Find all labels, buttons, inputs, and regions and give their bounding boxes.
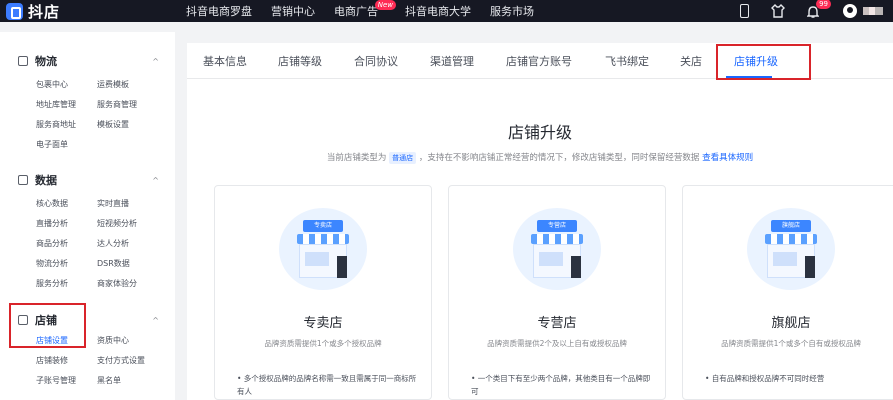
collapse-caret-icon[interactable]: ^ — [152, 316, 159, 325]
nav-ads[interactable]: 电商广告 New — [334, 0, 396, 19]
logo[interactable]: 抖店 — [6, 2, 61, 21]
logo-icon — [6, 2, 23, 20]
nav-marketing[interactable]: 营销中心 — [271, 3, 315, 19]
sidebar-head-data[interactable]: 数据 — [18, 173, 57, 187]
desc-suffix: ，支持在不影响店铺正常经营的情况下，修改店铺类型，同时保留经营数据 — [418, 153, 700, 163]
desc-prefix: 当前店铺类型为 — [326, 153, 387, 163]
card-title: 专卖店 — [303, 316, 343, 331]
store-sign: 旗舰店 — [771, 220, 811, 232]
shirt-icon[interactable] — [771, 4, 785, 18]
sidebar-link[interactable]: 物流分析 — [36, 258, 68, 269]
sidebar-head-label: 数据 — [35, 174, 57, 187]
card-subtitle: 品牌资质需提供2个及以上自有或授权品牌 — [487, 339, 627, 348]
sidebar-link[interactable]: 子账号管理 — [36, 375, 76, 386]
page-description: 当前店铺类型为 普通店 ，支持在不影响店铺正常经营的情况下，修改店铺类型，同时保… — [187, 151, 893, 164]
sidebar-link[interactable]: 支付方式设置 — [97, 355, 145, 366]
store-type-card-exclusive[interactable]: 专卖店 专卖店 品牌资质需提供1个或多个授权品牌 • 多个授权品牌的品牌名称需一… — [214, 185, 432, 400]
sidebar-link[interactable]: 模板设置 — [97, 119, 129, 130]
sidebar-link[interactable]: 电子面单 — [36, 139, 68, 150]
store-illustration: 旗舰店 — [747, 208, 835, 290]
nav-service-market[interactable]: 服务市场 — [490, 3, 534, 19]
sidebar-head-logistics[interactable]: 物流 — [18, 54, 57, 68]
tab-channels[interactable]: 渠道管理 — [430, 53, 474, 69]
sidebar-link[interactable]: 商品分析 — [36, 238, 68, 249]
tab-basic-info[interactable]: 基本信息 — [203, 53, 247, 69]
view-rules-link[interactable]: 查看具体规则 — [702, 153, 753, 163]
sidebar-link[interactable]: 实时直播 — [97, 198, 129, 209]
nav-ads-label: 电商广告 — [334, 5, 378, 18]
store-awning — [531, 234, 583, 244]
sidebar-link[interactable]: 服务商管理 — [97, 99, 137, 110]
tab-store-level[interactable]: 店铺等级 — [278, 53, 322, 69]
page-title: 店铺升级 — [507, 123, 572, 142]
tab-contracts[interactable]: 合同协议 — [354, 53, 398, 69]
nav-university[interactable]: 抖音电商大学 — [405, 3, 471, 19]
sidebar-link[interactable]: 包裹中心 — [36, 79, 68, 90]
highlight-upgrade-tab — [716, 44, 811, 80]
store-type-card-specialty[interactable]: 专营店 专营店 品牌资质需提供2个及以上自有或授权品牌 • 一个类目下有至少两个… — [448, 185, 666, 400]
highlight-store-menu — [9, 303, 86, 348]
card-title: 专营店 — [537, 316, 577, 331]
card-bullet: • 多个授权品牌的品牌名称需一致且需属于同一商标所有人 — [237, 374, 417, 396]
tab-feishu[interactable]: 飞书绑定 — [605, 53, 649, 69]
sidebar-link[interactable]: 核心数据 — [36, 198, 68, 209]
store-window — [773, 252, 797, 266]
user-name-mosaic[interactable] — [863, 7, 883, 15]
sidebar-link[interactable]: 地址库管理 — [36, 99, 76, 110]
tab-close-store[interactable]: 关店 — [680, 53, 702, 69]
store-window — [305, 252, 329, 266]
card-bullet: • 自有品牌和授权品牌不可同时经营 — [705, 374, 825, 383]
tab-official-account[interactable]: 店铺官方账号 — [506, 53, 572, 69]
card-bullet: • 一个类目下有至少两个品牌，其他类目有一个品牌即可 — [471, 374, 651, 396]
store-sign: 专卖店 — [303, 220, 343, 232]
card-subtitle: 品牌资质需提供1个或多个授权品牌 — [264, 339, 382, 348]
truck-icon — [18, 56, 28, 66]
new-badge: New — [374, 0, 396, 10]
chart-icon — [18, 175, 28, 185]
sidebar-link[interactable]: 服务分析 — [36, 278, 68, 289]
sidebar-link[interactable]: 商家体验分 — [97, 278, 137, 289]
current-type-chip: 普通店 — [389, 152, 417, 164]
phone-icon[interactable] — [740, 4, 749, 18]
sidebar-link[interactable]: 店铺装修 — [36, 355, 68, 366]
store-door — [571, 256, 581, 278]
top-bar: 抖店 抖音电商罗盘 营销中心 电商广告 New 抖音电商大学 服务市场 99 — [0, 0, 893, 22]
sidebar-link[interactable]: 运费模板 — [97, 79, 129, 90]
sidebar-link[interactable]: DSR数据 — [97, 258, 130, 269]
main-panel: 基本信息 店铺等级 合同协议 渠道管理 店铺官方账号 飞书绑定 关店 店铺升级 … — [187, 43, 893, 400]
store-awning — [297, 234, 349, 244]
logo-text: 抖店 — [28, 2, 61, 21]
card-title: 旗舰店 — [771, 316, 811, 331]
sidebar-link[interactable]: 短视频分析 — [97, 218, 137, 229]
notification-count: 99 — [816, 0, 831, 9]
sidebar-link[interactable]: 资质中心 — [97, 335, 129, 346]
sidebar-link[interactable]: 黑名单 — [97, 375, 121, 386]
store-type-card-flagship[interactable]: 旗舰店 旗舰店 品牌资质需提供1个或多个自有或授权品牌 • 自有品牌和授权品牌不… — [682, 185, 893, 400]
store-awning — [765, 234, 817, 244]
sidebar-link[interactable]: 直播分析 — [36, 218, 68, 229]
top-nav: 抖音电商罗盘 营销中心 电商广告 New 抖音电商大学 服务市场 — [186, 0, 553, 22]
sidebar-link[interactable]: 达人分析 — [97, 238, 129, 249]
sidebar-head-label: 物流 — [35, 55, 57, 68]
store-door — [337, 256, 347, 278]
store-door — [805, 256, 815, 278]
store-illustration: 专营店 — [513, 208, 601, 290]
collapse-caret-icon[interactable]: ^ — [152, 57, 159, 66]
store-sign: 专营店 — [537, 220, 577, 232]
store-window — [539, 252, 563, 266]
collapse-caret-icon[interactable]: ^ — [152, 176, 159, 185]
bell-wrapper[interactable]: 99 — [806, 0, 831, 18]
top-right-tools: 99 — [740, 0, 893, 22]
sidebar-link[interactable]: 服务商地址 — [36, 119, 76, 130]
card-subtitle: 品牌资质需提供1个或多个自有或授权品牌 — [721, 339, 861, 348]
store-illustration: 专卖店 — [279, 208, 367, 290]
nav-compass[interactable]: 抖音电商罗盘 — [186, 3, 252, 19]
avatar-icon[interactable] — [843, 4, 857, 18]
